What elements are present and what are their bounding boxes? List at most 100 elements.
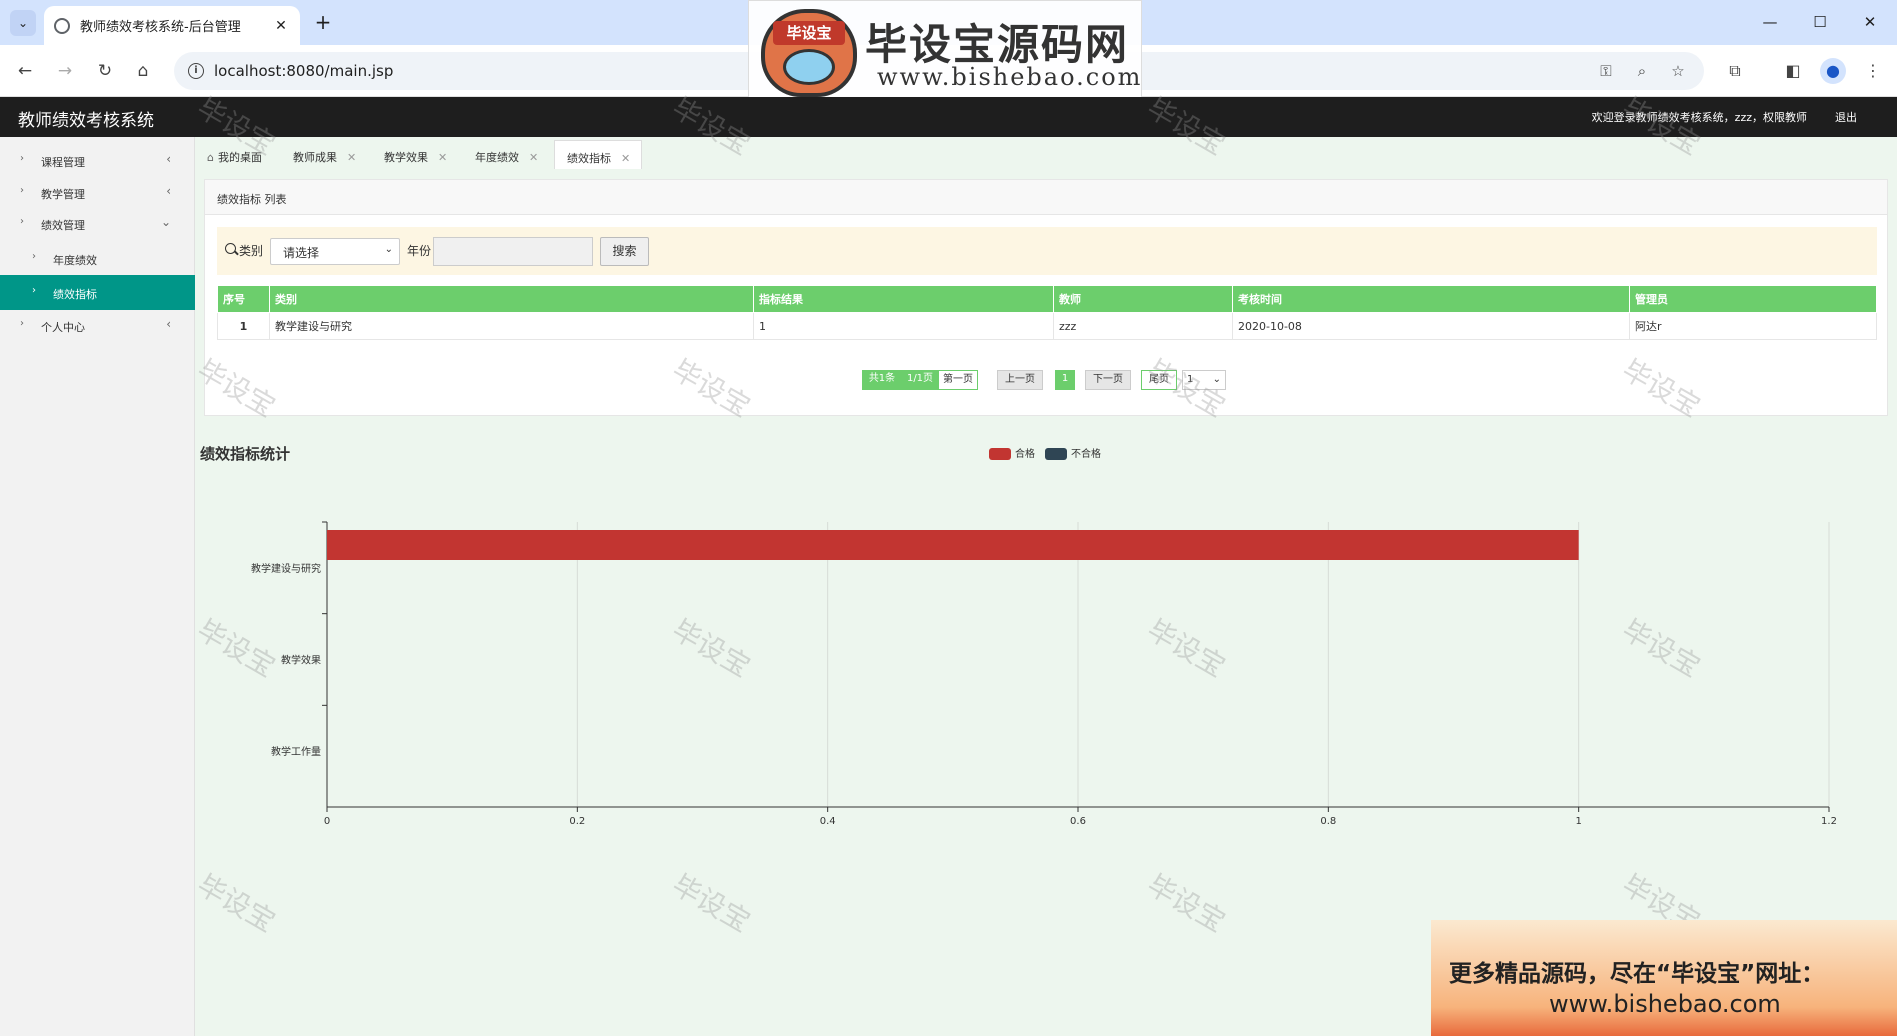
site-info-icon[interactable]: i — [188, 63, 204, 79]
type-select-value: 请选择 — [283, 246, 320, 260]
legend-swatch — [989, 448, 1011, 460]
type-label: 类别 — [239, 244, 264, 258]
promo-banner[interactable]: 更多精品源码，尽在“毕设宝”网址： www.bishebao.com — [1431, 920, 1897, 1036]
chevron-left-icon: ‹ — [166, 152, 171, 166]
tab-label: 教师成果 — [293, 151, 337, 164]
close-icon[interactable]: ✕ — [621, 152, 630, 165]
sidebar-item-indicator[interactable]: › 绩效指标 — [0, 275, 195, 310]
promo-line2: www.bishebao.com — [1549, 990, 1781, 1018]
tab-indicator[interactable]: 绩效指标 ✕ — [554, 140, 642, 169]
column-header: 序号 — [217, 285, 270, 313]
column-header: 管理员 — [1629, 285, 1877, 313]
key-icon[interactable]: ⚿ — [1596, 62, 1616, 80]
tab-desktop[interactable]: ⌂ 我的桌面 — [207, 140, 277, 169]
legend-item-pass[interactable]: 合格 — [989, 445, 1035, 460]
minimize-button[interactable]: — — [1747, 8, 1793, 36]
page-size-select[interactable]: 1 ⌄ — [1182, 370, 1226, 390]
welcome-text: 欢迎登录教师绩效考核系统，zzz，权限教师 — [1591, 111, 1807, 124]
close-tab-icon[interactable]: ✕ — [272, 18, 290, 34]
chevron-down-icon: ⌄ — [160, 215, 171, 229]
globe-icon — [54, 17, 70, 34]
sidebar-item-teaching[interactable]: › 教学管理 ‹ — [0, 177, 195, 209]
tab-teaching-effect[interactable]: 教学效果 ✕ — [384, 140, 454, 169]
legend-item-fail[interactable]: 不合格 — [1045, 445, 1101, 460]
more-menu-icon[interactable]: ⋮ — [1860, 58, 1886, 84]
chevron-right-icon: › — [20, 318, 24, 329]
reload-icon[interactable]: ↻ — [92, 58, 118, 84]
tab-label: 绩效指标 — [567, 152, 611, 165]
year-input[interactable] — [433, 237, 593, 266]
x-tick-label: 1.2 — [1821, 816, 1837, 827]
column-header: 教师 — [1053, 285, 1233, 313]
current-page-button[interactable]: 1 — [1055, 370, 1075, 390]
tab-search-button[interactable]: ⌄ — [10, 10, 36, 36]
indicator-bar-chart: 0 0.2 0.4 0.6 0.8 1 1.2 教学建设与研究教学效果教学工作量 — [251, 521, 1837, 827]
url-text[interactable]: localhost:8080/main.jsp — [214, 62, 393, 80]
year-label: 年份 — [407, 244, 432, 258]
first-page-button[interactable]: 第一页 — [938, 370, 978, 390]
x-tick-label: 0 — [324, 816, 330, 827]
site-logo-overlay: 毕设宝 毕设宝源码网 www.bishebao.com — [748, 0, 1142, 104]
tab-annual[interactable]: 年度绩效 ✕ — [475, 140, 545, 169]
promo-line1: 更多精品源码，尽在“毕设宝”网址： — [1449, 961, 1825, 987]
side-panel-icon[interactable]: ◧ — [1780, 58, 1806, 84]
tab-label: 教学效果 — [384, 151, 428, 164]
close-window-button[interactable]: ✕ — [1847, 8, 1893, 36]
close-icon[interactable]: ✕ — [529, 151, 538, 164]
mascot-logo: 毕设宝 — [761, 9, 857, 97]
table-header-row: 序号 类别 指标结果 教师 考核时间 管理员 — [217, 285, 1877, 313]
mascot-face — [783, 49, 835, 85]
chart-title: 绩效指标统计 — [200, 445, 291, 463]
chevron-right-icon: › — [20, 216, 24, 227]
home-icon[interactable]: ⌂ — [130, 58, 156, 84]
type-select[interactable]: 请选择 ⌄ — [270, 238, 400, 265]
sidebar: › 课程管理 ‹ › 教学管理 ‹ › 绩效管理 ⌄ › 年度绩效 › 绩效指标… — [0, 137, 195, 1036]
legend-swatch — [1045, 448, 1067, 460]
x-tick-label: 0.6 — [1070, 816, 1086, 827]
chevron-right-icon: › — [32, 251, 36, 262]
x-tick-label: 0.4 — [820, 816, 836, 827]
back-icon[interactable]: ← — [12, 58, 38, 84]
chevron-left-icon: ‹ — [166, 317, 171, 331]
y-tick-label: 教学建设与研究 — [251, 562, 321, 575]
app-title: 教师绩效考核系统 — [18, 111, 154, 131]
profile-avatar[interactable]: ● — [1820, 58, 1846, 84]
panel-header: 绩效指标 列表 — [205, 180, 1887, 215]
sidebar-item-label: 年度绩效 — [53, 254, 97, 267]
logout-link[interactable]: 退出 — [1835, 109, 1857, 125]
x-tick-label: 0.8 — [1320, 816, 1336, 827]
table-cell: 1 — [217, 312, 270, 340]
last-page-button[interactable]: 尾页 — [1141, 370, 1177, 390]
search-bar: 类别 请选择 ⌄ 年份 搜索 — [217, 227, 1877, 275]
pager-total: 共1条 — [862, 370, 902, 390]
table-cell: 1 — [753, 312, 1054, 340]
sidebar-item-profile[interactable]: › 个人中心 ‹ — [0, 310, 195, 342]
legend-label: 合格 — [1015, 449, 1035, 460]
bar-合格 — [327, 530, 1579, 560]
sidebar-item-annual[interactable]: › 年度绩效 — [0, 243, 195, 275]
maximize-button[interactable]: ☐ — [1797, 8, 1843, 36]
close-icon[interactable]: ✕ — [438, 151, 447, 164]
legend-label: 不合格 — [1071, 449, 1101, 460]
search-button[interactable]: 搜索 — [600, 237, 649, 266]
bookmark-star-icon[interactable]: ☆ — [1668, 62, 1688, 80]
forward-icon[interactable]: → — [52, 58, 78, 84]
tab-label: 我的桌面 — [217, 151, 262, 164]
table-row[interactable]: 1 教学建设与研究 1 zzz 2020-10-08 阿达r — [217, 312, 1877, 340]
close-icon[interactable]: ✕ — [347, 151, 356, 164]
column-header: 指标结果 — [753, 285, 1054, 313]
new-tab-button[interactable]: + — [310, 10, 336, 36]
browser-tab[interactable]: 教师绩效考核系统-后台管理 ✕ — [44, 6, 300, 45]
sidebar-item-performance[interactable]: › 绩效管理 ⌄ — [0, 208, 195, 240]
chevron-right-icon: › — [32, 285, 36, 296]
sidebar-item-course[interactable]: › 课程管理 ‹ — [0, 145, 195, 177]
indicator-table: 序号 类别 指标结果 教师 考核时间 管理员 1 教学建设与研究 1 zzz 2 — [217, 285, 1877, 340]
zoom-icon[interactable]: ⌕ — [1632, 62, 1652, 80]
extensions-icon[interactable]: ⧉ — [1722, 58, 1748, 84]
tab-achievements[interactable]: 教师成果 ✕ — [293, 140, 363, 169]
chevron-left-icon: ‹ — [166, 184, 171, 198]
search-icon — [225, 243, 236, 254]
next-page-button[interactable]: 下一页 — [1085, 370, 1131, 390]
prev-page-button[interactable]: 上一页 — [997, 370, 1043, 390]
page-tab-bar: ⌂ 我的桌面 教师成果 ✕ 教学效果 ✕ 年度绩效 ✕ 绩效指标 ✕ — [195, 137, 1897, 169]
